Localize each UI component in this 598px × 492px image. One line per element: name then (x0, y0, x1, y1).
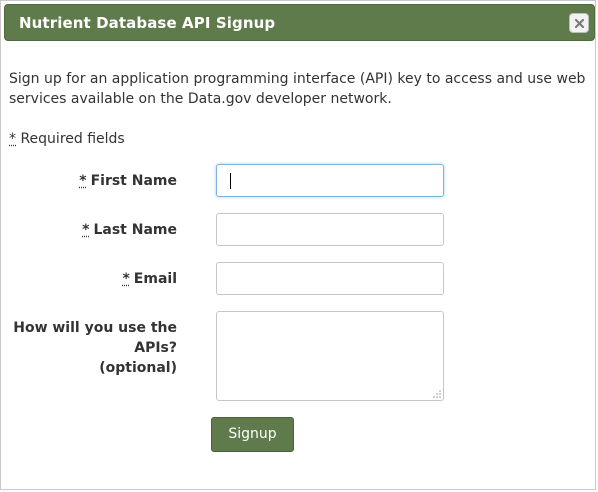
resize-grip-icon[interactable] (433, 390, 441, 398)
email-field[interactable] (216, 262, 444, 295)
dialog-titlebar: Nutrient Database API Signup (4, 4, 595, 41)
required-star: * (122, 271, 130, 287)
first-name-field[interactable] (216, 164, 444, 197)
last-name-field[interactable] (216, 213, 444, 246)
usage-label: How will you use the APIs? (optional) (13, 320, 177, 376)
close-button[interactable] (569, 13, 589, 33)
email-label: * Email (122, 271, 177, 287)
first-name-label: * First Name (79, 173, 177, 189)
signup-dialog: Nutrient Database API Signup Sign up for… (0, 0, 596, 490)
required-fields-label: Required fields (20, 131, 125, 147)
intro-text: Sign up for an application programming i… (9, 71, 586, 107)
required-star: * (82, 222, 90, 238)
required-fields-note: * Required fields (9, 131, 125, 147)
dialog-title: Nutrient Database API Signup (19, 14, 276, 32)
required-star: * (9, 131, 16, 147)
close-icon (575, 19, 584, 28)
last-name-label: * Last Name (82, 222, 177, 238)
usage-textarea[interactable] (216, 311, 444, 401)
required-star: * (79, 173, 87, 189)
text-caret (230, 173, 231, 189)
signup-button[interactable]: Signup (211, 417, 294, 452)
